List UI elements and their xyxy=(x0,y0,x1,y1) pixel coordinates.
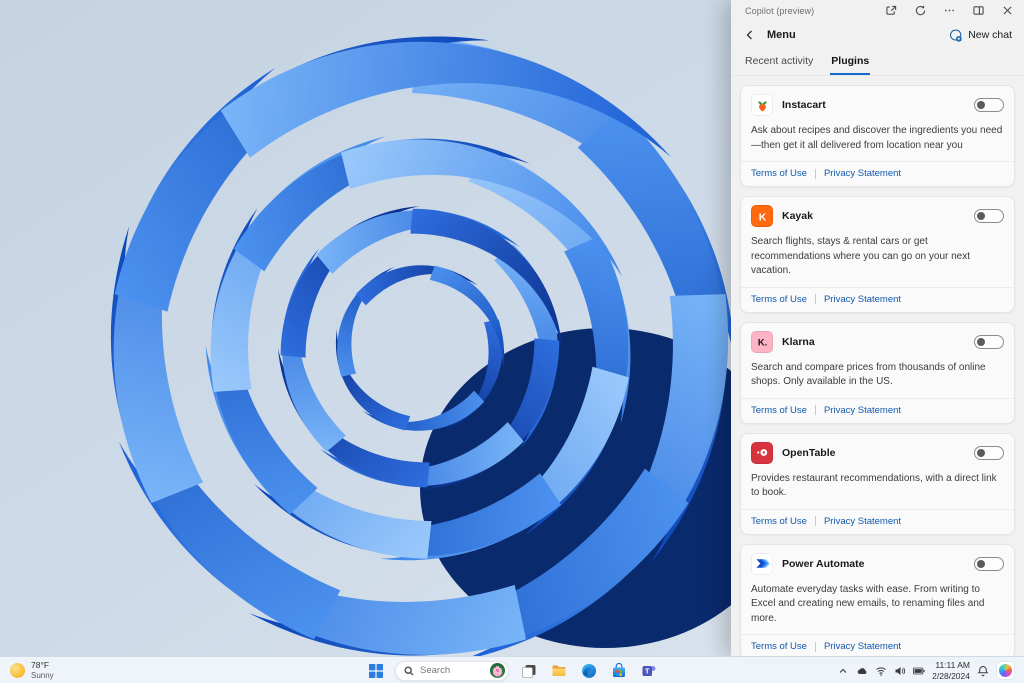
terms-of-use-link[interactable]: Terms of Use xyxy=(751,168,807,179)
task-view-icon xyxy=(521,664,535,678)
plugin-name: Instacart xyxy=(782,99,826,112)
tab-recent-activity[interactable]: Recent activity xyxy=(744,52,814,75)
svg-text:T: T xyxy=(644,666,649,675)
search-input[interactable] xyxy=(420,665,486,676)
link-separator xyxy=(814,294,816,305)
svg-text:K.: K. xyxy=(757,338,766,348)
terms-of-use-link[interactable]: Terms of Use xyxy=(751,294,807,305)
plugin-list: Instacart Ask about recipes and discover… xyxy=(731,76,1024,656)
panel-menu-row: Menu New chat xyxy=(731,21,1024,48)
plugin-toggle[interactable] xyxy=(974,556,1004,571)
copilot-title: Copilot (preview) xyxy=(745,5,815,16)
back-button[interactable] xyxy=(743,28,757,42)
search-icon xyxy=(404,665,414,676)
edge-icon xyxy=(581,663,596,678)
plugin-card: OpenTable Provides restaurant recommenda… xyxy=(740,432,1015,535)
privacy-statement-link[interactable]: Privacy Statement xyxy=(824,294,901,305)
link-separator xyxy=(814,641,816,652)
privacy-statement-link[interactable]: Privacy Statement xyxy=(824,405,901,416)
weather-widget[interactable]: 78°F Sunny xyxy=(0,657,64,683)
plugin-card: K Kayak Search flights, stays & rental c… xyxy=(740,196,1015,313)
link-separator xyxy=(814,405,816,416)
plugin-card: Power Automate Automate everyday tasks w… xyxy=(740,543,1015,656)
sun-icon xyxy=(10,663,25,678)
menu-title: Menu xyxy=(767,29,796,42)
new-chat-icon xyxy=(950,29,962,42)
link-separator xyxy=(814,168,816,179)
plugin-description: Provides restaurant recommendations, wit… xyxy=(751,472,997,499)
terms-of-use-link[interactable]: Terms of Use xyxy=(751,405,807,416)
file-explorer-button[interactable] xyxy=(548,660,569,681)
kayak-icon: K xyxy=(751,205,773,228)
tray-overflow-button[interactable] xyxy=(837,665,849,677)
clock-time: 11:11 AM xyxy=(935,660,970,671)
volume-icon[interactable] xyxy=(894,665,906,677)
plugin-toggle[interactable] xyxy=(974,209,1004,224)
new-chat-button[interactable]: New chat xyxy=(949,29,1012,42)
plugin-toggle[interactable] xyxy=(974,98,1004,113)
plugin-name: Power Automate xyxy=(782,557,865,570)
copilot-taskbar-button[interactable] xyxy=(996,661,1015,680)
link-separator xyxy=(814,516,816,527)
microsoft-store-button[interactable] xyxy=(608,660,629,681)
plugin-description: Ask about recipes and discover the ingre… xyxy=(751,125,1003,151)
plugin-toggle[interactable] xyxy=(974,445,1004,460)
teams-icon: T xyxy=(642,665,655,676)
power-automate-icon xyxy=(751,552,773,575)
dock-panel-button[interactable] xyxy=(971,4,985,18)
onedrive-icon[interactable] xyxy=(856,665,868,677)
instacart-icon xyxy=(751,94,773,117)
plugin-name: Klarna xyxy=(782,335,815,348)
more-options-button[interactable] xyxy=(942,4,956,18)
taskbar: 78°F Sunny 🌸 xyxy=(0,656,1024,683)
weather-temp: 78°F xyxy=(31,660,50,671)
search-highlight-image: 🌸 xyxy=(490,663,505,678)
clock-date: 2/28/2024 xyxy=(932,670,970,681)
refresh-button[interactable] xyxy=(913,4,927,18)
teams-button[interactable]: T xyxy=(638,660,659,681)
start-button[interactable] xyxy=(365,660,386,681)
clock[interactable]: 11:11 AM 2/28/2024 xyxy=(932,660,970,680)
plugin-description: Search flights, stays & rental cars or g… xyxy=(751,236,971,277)
panel-tabs: Recent activity Plugins xyxy=(731,48,1024,77)
terms-of-use-link[interactable]: Terms of Use xyxy=(751,516,807,527)
privacy-statement-link[interactable]: Privacy Statement xyxy=(824,516,901,527)
plugin-description: Search and compare prices from thousands… xyxy=(751,361,986,388)
microsoft-store-icon xyxy=(612,662,625,677)
new-chat-label: New chat xyxy=(968,29,1012,42)
weather-condition: Sunny xyxy=(31,670,54,680)
plugin-toggle[interactable] xyxy=(974,334,1004,349)
wifi-icon[interactable] xyxy=(875,665,887,677)
plugin-card: Instacart Ask about recipes and discover… xyxy=(740,85,1015,188)
windows-logo-icon xyxy=(368,663,383,678)
notifications-bell-button[interactable] xyxy=(977,665,989,677)
plugin-description: Automate everyday tasks with ease. From … xyxy=(751,583,985,624)
opentable-icon xyxy=(751,441,773,464)
svg-text:K: K xyxy=(758,212,766,223)
close-button[interactable] xyxy=(1000,4,1014,18)
open-in-browser-button[interactable] xyxy=(884,4,898,18)
file-explorer-icon xyxy=(552,664,565,676)
edge-browser-button[interactable] xyxy=(578,660,599,681)
task-view-button[interactable] xyxy=(518,660,539,681)
battery-icon[interactable] xyxy=(913,665,925,677)
taskbar-search[interactable]: 🌸 xyxy=(395,660,509,681)
tab-plugins[interactable]: Plugins xyxy=(830,52,871,76)
privacy-statement-link[interactable]: Privacy Statement xyxy=(824,168,901,179)
copilot-titlebar: Copilot (preview) xyxy=(731,0,1024,21)
plugin-name: Kayak xyxy=(782,210,813,223)
copilot-panel: Copilot (preview) Menu New chat Recent a… xyxy=(731,0,1024,656)
plugin-name: OpenTable xyxy=(782,446,836,459)
copilot-icon xyxy=(999,664,1012,677)
privacy-statement-link[interactable]: Privacy Statement xyxy=(824,641,901,652)
terms-of-use-link[interactable]: Terms of Use xyxy=(751,641,807,652)
klarna-icon: K. xyxy=(751,330,773,353)
plugin-card: K. Klarna Search and compare prices from… xyxy=(740,321,1015,424)
